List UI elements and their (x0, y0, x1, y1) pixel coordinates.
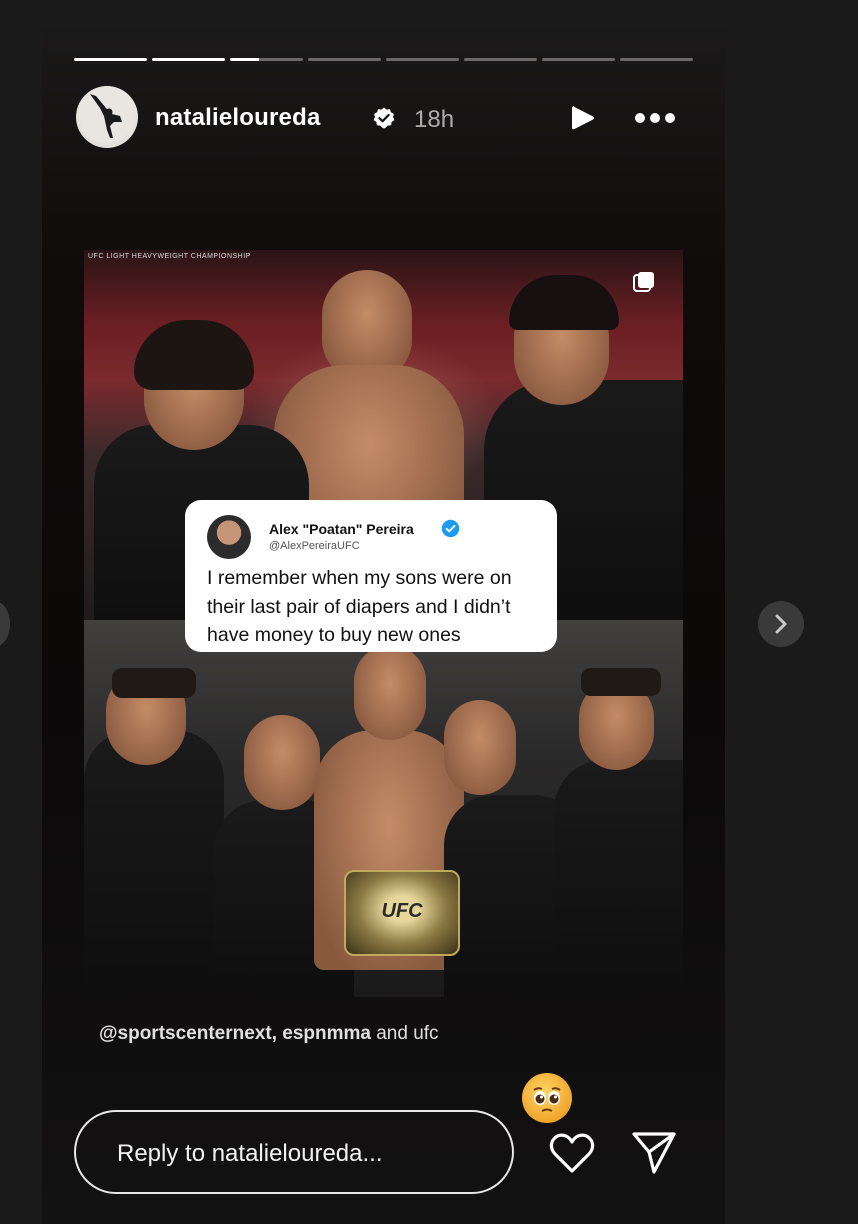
progress-segment (152, 58, 225, 61)
author-username[interactable]: natalieloureda (155, 104, 321, 132)
post-attribution[interactable]: @sportscenternext, espnmma and ufc (99, 1023, 439, 1045)
tweet-author-handle: @AlexPereiraUFC (269, 540, 360, 552)
progress-segment (620, 58, 693, 61)
progress-segment-current (230, 58, 303, 61)
multi-image-icon (633, 272, 654, 292)
post-time: 18h (414, 106, 455, 133)
reply-input[interactable]: Reply to natalieloureda... (74, 1110, 514, 1194)
belt-logo-text: UFC (381, 900, 423, 922)
pleading-face-emoji[interactable] (522, 1073, 572, 1123)
progress-segment (386, 58, 459, 61)
tweet-card: Alex "Poatan" Pereira @AlexPereiraUFC I … (185, 500, 557, 652)
championship-belt: UFC (344, 870, 460, 956)
attribution-accounts[interactable]: @sportscenternext, espnmma (99, 1023, 371, 1044)
more-horizontal-icon[interactable] (632, 108, 678, 128)
attribution-rest: and ufc (370, 1023, 439, 1044)
tweet-text: I remember when my sons were on their la… (207, 567, 512, 646)
chevron-right-icon (775, 614, 787, 634)
play-icon[interactable] (566, 102, 598, 134)
next-story-button[interactable] (758, 601, 804, 647)
author-avatar[interactable] (76, 86, 138, 148)
progress-segment (464, 58, 537, 61)
verified-badge-icon (373, 107, 395, 129)
send-icon[interactable] (630, 1128, 678, 1176)
previous-story-button[interactable] (0, 601, 10, 647)
post-headline: UFC LIGHT HEAVYWEIGHT CHAMPIONSHIP (88, 253, 251, 260)
tweet-author-avatar (207, 515, 251, 559)
story-header: natalieloureda 18h (76, 86, 696, 150)
shared-post-image[interactable]: UFC LIGHT HEAVYWEIGHT CHAMPIONSHIP UFC A… (84, 250, 683, 997)
progress-segment (308, 58, 381, 61)
story-progress-bar (74, 58, 693, 62)
progress-segment (74, 58, 147, 61)
tweet-verified-icon (441, 519, 460, 538)
progress-segment (542, 58, 615, 61)
tweet-author-name: Alex "Poatan" Pereira (269, 521, 414, 537)
reply-placeholder: Reply to natalieloureda... (117, 1140, 383, 1167)
heart-icon[interactable] (548, 1131, 596, 1175)
story-viewer: natalieloureda 18h UFC LIGHT HEAVYWEIGHT… (42, 18, 725, 1224)
